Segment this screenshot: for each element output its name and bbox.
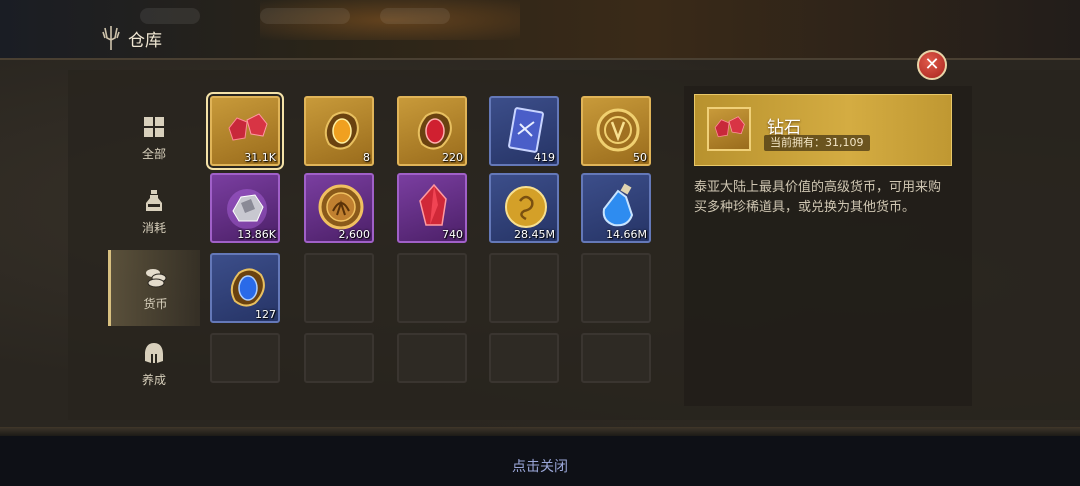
ruby-emblem-icon bbox=[417, 111, 452, 150]
item-slot[interactable]: 28.45M bbox=[489, 173, 559, 243]
item-quantity: 14.66M bbox=[606, 228, 647, 241]
empty-slot bbox=[581, 333, 651, 383]
owned-count: 当前拥有：31,109 bbox=[764, 135, 870, 151]
close-icon: ✕ bbox=[924, 54, 940, 75]
blurred-status-item bbox=[380, 8, 450, 24]
scroll-card-icon bbox=[508, 107, 544, 153]
potion-icon bbox=[146, 189, 162, 211]
empty-slot bbox=[581, 253, 651, 323]
item-quantity: 28.45M bbox=[514, 228, 555, 241]
top-status-bar bbox=[0, 0, 1080, 62]
helmet-icon bbox=[145, 342, 163, 363]
trident-icon bbox=[102, 26, 120, 50]
sidebar-item-growth[interactable]: 养成 bbox=[108, 326, 200, 402]
item-quantity: 2,600 bbox=[338, 228, 371, 241]
empty-slot bbox=[489, 333, 559, 383]
item-quantity: 13.86K bbox=[237, 228, 276, 241]
sidebar-item-label: 养成 bbox=[141, 372, 166, 387]
empty-slot bbox=[304, 333, 374, 383]
item-slot[interactable]: 127 bbox=[210, 253, 280, 323]
item-quantity: 50 bbox=[633, 151, 647, 164]
item-detail-card: 钻石 bbox=[694, 94, 952, 166]
item-slot[interactable]: 419 bbox=[489, 96, 559, 166]
gold-coin-icon bbox=[596, 108, 640, 152]
item-slot-diamond[interactable]: 31.1K bbox=[206, 92, 284, 170]
item-slot[interactable]: 740 bbox=[397, 173, 467, 243]
tap-to-close-hint[interactable]: 点击关闭 bbox=[0, 456, 1080, 476]
page-title: 仓库 bbox=[128, 30, 162, 51]
sidebar-item-label: 货币 bbox=[143, 296, 168, 311]
sidebar-item-label: 全部 bbox=[141, 146, 166, 161]
item-quantity: 8 bbox=[363, 151, 370, 164]
blurred-status-item bbox=[260, 8, 350, 24]
blue-potion-icon bbox=[602, 183, 634, 227]
amber-emblem-icon bbox=[324, 111, 359, 150]
coins-icon bbox=[145, 268, 166, 287]
sidebar-item-all[interactable]: 全部 bbox=[108, 100, 200, 176]
red-gem-icon bbox=[228, 113, 268, 141]
window-header: 仓库 bbox=[100, 24, 162, 52]
sapphire-emblem-icon bbox=[230, 268, 265, 307]
gold-coin-icon bbox=[505, 186, 547, 228]
item-quantity: 740 bbox=[442, 228, 463, 241]
item-slot[interactable]: 2,600 bbox=[304, 173, 374, 243]
empty-slot bbox=[210, 333, 280, 383]
empty-slot bbox=[304, 253, 374, 323]
item-quantity: 419 bbox=[534, 151, 555, 164]
item-slot[interactable]: 8 bbox=[304, 96, 374, 166]
detail-thumbnail bbox=[707, 107, 751, 151]
red-crystal-icon bbox=[419, 183, 447, 226]
close-button[interactable]: ✕ bbox=[917, 50, 947, 80]
item-quantity: 31.1K bbox=[244, 151, 276, 164]
bronze-medal-icon bbox=[318, 184, 364, 230]
panel-bottom-edge bbox=[0, 428, 1080, 436]
item-quantity: 220 bbox=[442, 151, 463, 164]
item-slot[interactable]: 50 bbox=[581, 96, 651, 166]
item-slot[interactable]: 220 bbox=[397, 96, 467, 166]
blurred-status-item bbox=[140, 8, 200, 24]
item-slot[interactable]: 13.86K bbox=[210, 173, 280, 243]
sidebar-item-consumables[interactable]: 消耗 bbox=[108, 174, 200, 250]
sidebar-item-label: 消耗 bbox=[141, 220, 166, 235]
red-gem-icon bbox=[714, 116, 745, 138]
item-description: 泰亚大陆上最具价值的高级货币，可用来购买多种珍稀道具，或兑换为其他货币。 bbox=[694, 180, 942, 215]
silver-ore-icon bbox=[227, 189, 267, 229]
grid-icon bbox=[144, 116, 164, 137]
empty-slot bbox=[489, 253, 559, 323]
sidebar-item-currency[interactable]: 货币 bbox=[108, 250, 200, 326]
item-quantity: 127 bbox=[255, 308, 276, 321]
empty-slot bbox=[397, 333, 467, 383]
empty-slot bbox=[397, 253, 467, 323]
item-slot[interactable]: 14.66M bbox=[581, 173, 651, 243]
